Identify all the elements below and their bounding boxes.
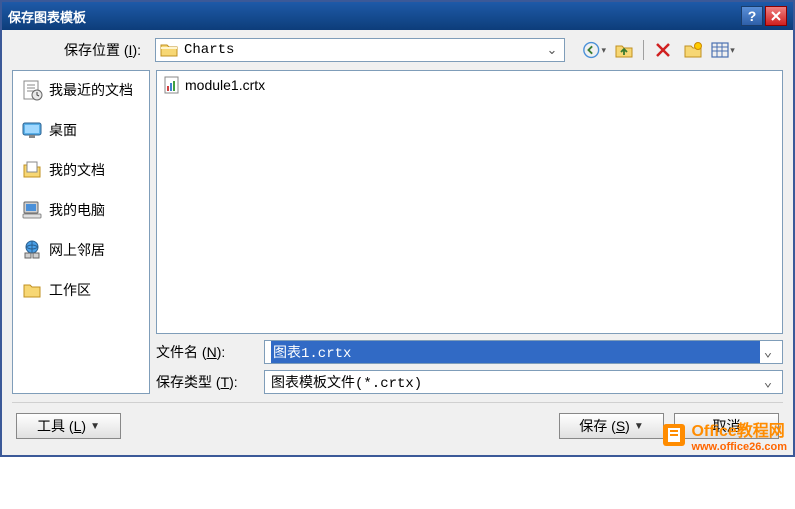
close-button[interactable]: [765, 6, 787, 26]
back-button[interactable]: ▾: [581, 38, 607, 62]
filename-value: 图表1.crtx: [271, 341, 760, 363]
sidebar-item-mycomputer[interactable]: 我的电脑: [17, 197, 145, 223]
up-folder-icon: [614, 41, 634, 59]
chevron-down-icon: ▼: [634, 421, 644, 432]
views-icon: [711, 42, 729, 58]
chevron-down-icon: ⌄: [760, 344, 776, 361]
sidebar-item-label: 桌面: [49, 120, 77, 140]
network-icon: [21, 239, 43, 261]
filename-label: 文件名 (N):: [156, 342, 256, 362]
sidebar-item-label: 我的文档: [49, 160, 105, 180]
file-area: module1.crtx 文件名 (N): 图表1.crtx ⌄ 保存类型 (T…: [156, 70, 783, 394]
new-folder-icon: [683, 41, 703, 59]
location-toolbar: ▾ ▾: [581, 38, 736, 62]
workspace-icon: [21, 279, 43, 301]
documents-icon: [21, 159, 43, 181]
computer-icon: [21, 199, 43, 221]
filetype-combo[interactable]: 图表模板文件(*.crtx) ⌄: [264, 370, 783, 394]
toolbar-separator: [643, 40, 644, 60]
views-button[interactable]: ▾: [710, 38, 736, 62]
sidebar-item-workspace[interactable]: 工作区: [17, 277, 145, 303]
tools-button[interactable]: 工具 (L) ▼: [16, 413, 121, 439]
filename-row: 文件名 (N): 图表1.crtx ⌄: [156, 340, 783, 364]
sidebar-item-label: 我的电脑: [49, 200, 105, 220]
button-row: 工具 (L) ▼ 保存 (S) ▼ 取消: [12, 413, 783, 445]
sidebar-item-recent[interactable]: 我最近的文档: [17, 77, 145, 103]
desktop-icon: [21, 119, 43, 141]
filetype-row: 保存类型 (T): 图表模板文件(*.crtx) ⌄: [156, 370, 783, 394]
dialog-content: 保存位置 (I): Charts ⌄ ▾: [2, 30, 793, 455]
filename-input[interactable]: 图表1.crtx ⌄: [264, 340, 783, 364]
new-folder-button[interactable]: [680, 38, 706, 62]
file-list[interactable]: module1.crtx: [156, 70, 783, 334]
location-label: 保存位置 (I):: [12, 40, 147, 60]
save-dialog: 保存图表模板 ? 保存位置 (I): Charts ⌄ ▾: [0, 0, 795, 457]
places-sidebar: 我最近的文档 桌面 我的文档 我的电脑 网上邻居: [12, 70, 150, 394]
back-icon: [582, 40, 600, 60]
up-button[interactable]: [611, 38, 637, 62]
recent-icon: [21, 79, 43, 101]
separator: [12, 402, 783, 403]
sidebar-item-desktop[interactable]: 桌面: [17, 117, 145, 143]
filetype-label: 保存类型 (T):: [156, 372, 256, 392]
help-button[interactable]: ?: [741, 6, 763, 26]
close-icon: [771, 11, 781, 21]
save-button[interactable]: 保存 (S) ▼: [559, 413, 664, 439]
cancel-button[interactable]: 取消: [674, 413, 779, 439]
location-row: 保存位置 (I): Charts ⌄ ▾: [12, 36, 783, 64]
sidebar-item-label: 工作区: [49, 280, 91, 300]
sidebar-item-label: 我最近的文档: [49, 80, 133, 100]
delete-icon: [655, 42, 671, 58]
chart-file-icon: [163, 76, 181, 94]
folder-icon: [160, 42, 178, 58]
file-name: module1.crtx: [185, 77, 265, 93]
sidebar-item-mydocs[interactable]: 我的文档: [17, 157, 145, 183]
chevron-down-icon: ▼: [90, 421, 100, 432]
location-value: Charts: [184, 42, 544, 58]
location-combo[interactable]: Charts ⌄: [155, 38, 565, 62]
delete-button[interactable]: [650, 38, 676, 62]
chevron-down-icon: ⌄: [544, 42, 560, 58]
titlebar: 保存图表模板 ?: [2, 2, 793, 30]
filetype-value: 图表模板文件(*.crtx): [271, 372, 760, 392]
list-item[interactable]: module1.crtx: [163, 75, 776, 95]
sidebar-item-label: 网上邻居: [49, 240, 105, 260]
main-row: 我最近的文档 桌面 我的文档 我的电脑 网上邻居: [12, 70, 783, 394]
chevron-down-icon: ⌄: [760, 374, 776, 391]
sidebar-item-network[interactable]: 网上邻居: [17, 237, 145, 263]
dialog-title: 保存图表模板: [8, 7, 739, 26]
